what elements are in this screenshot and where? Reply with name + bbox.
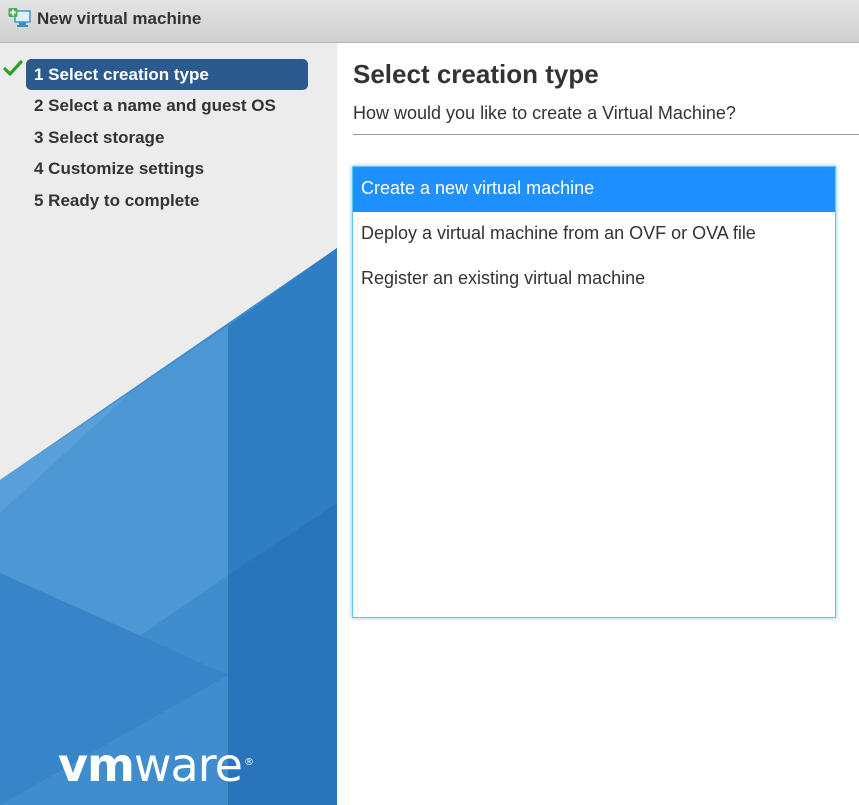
title-bar: New virtual machine [0,0,859,43]
wizard-step-2[interactable]: 2 Select a name and guest OS [26,90,308,121]
wizard-sidebar: 1 Select creation type 2 Select a name a… [0,43,337,805]
wizard-step-1[interactable]: 1 Select creation type [26,59,308,90]
option-deploy-ovf-ova[interactable]: Deploy a virtual machine from an OVF or … [353,212,835,257]
wizard-step-3[interactable]: 3 Select storage [26,122,308,153]
wizard-step-5[interactable]: 5 Ready to complete [26,185,308,216]
divider [353,134,859,135]
page-subtitle: How would you like to create a Virtual M… [353,103,736,123]
checkmark-icon [3,60,23,76]
wizard-main-panel: Select creation type How would you like … [337,43,859,805]
page-title: Select creation type [353,59,599,89]
logo-ware: ware [133,738,243,792]
option-create-new-vm[interactable]: Create a new virtual machine [353,167,835,212]
logo-registered-mark: ® [243,756,254,768]
option-register-existing-vm[interactable]: Register an existing virtual machine [353,257,835,302]
window-title: New virtual machine [37,9,202,28]
wizard-step-4[interactable]: 4 Customize settings [26,153,308,184]
creation-type-list[interactable]: Create a new virtual machine Deploy a vi… [352,166,836,618]
vmware-logo: vmware ® [58,738,254,792]
new-vm-icon [8,8,31,27]
logo-vm: vm [58,738,135,792]
